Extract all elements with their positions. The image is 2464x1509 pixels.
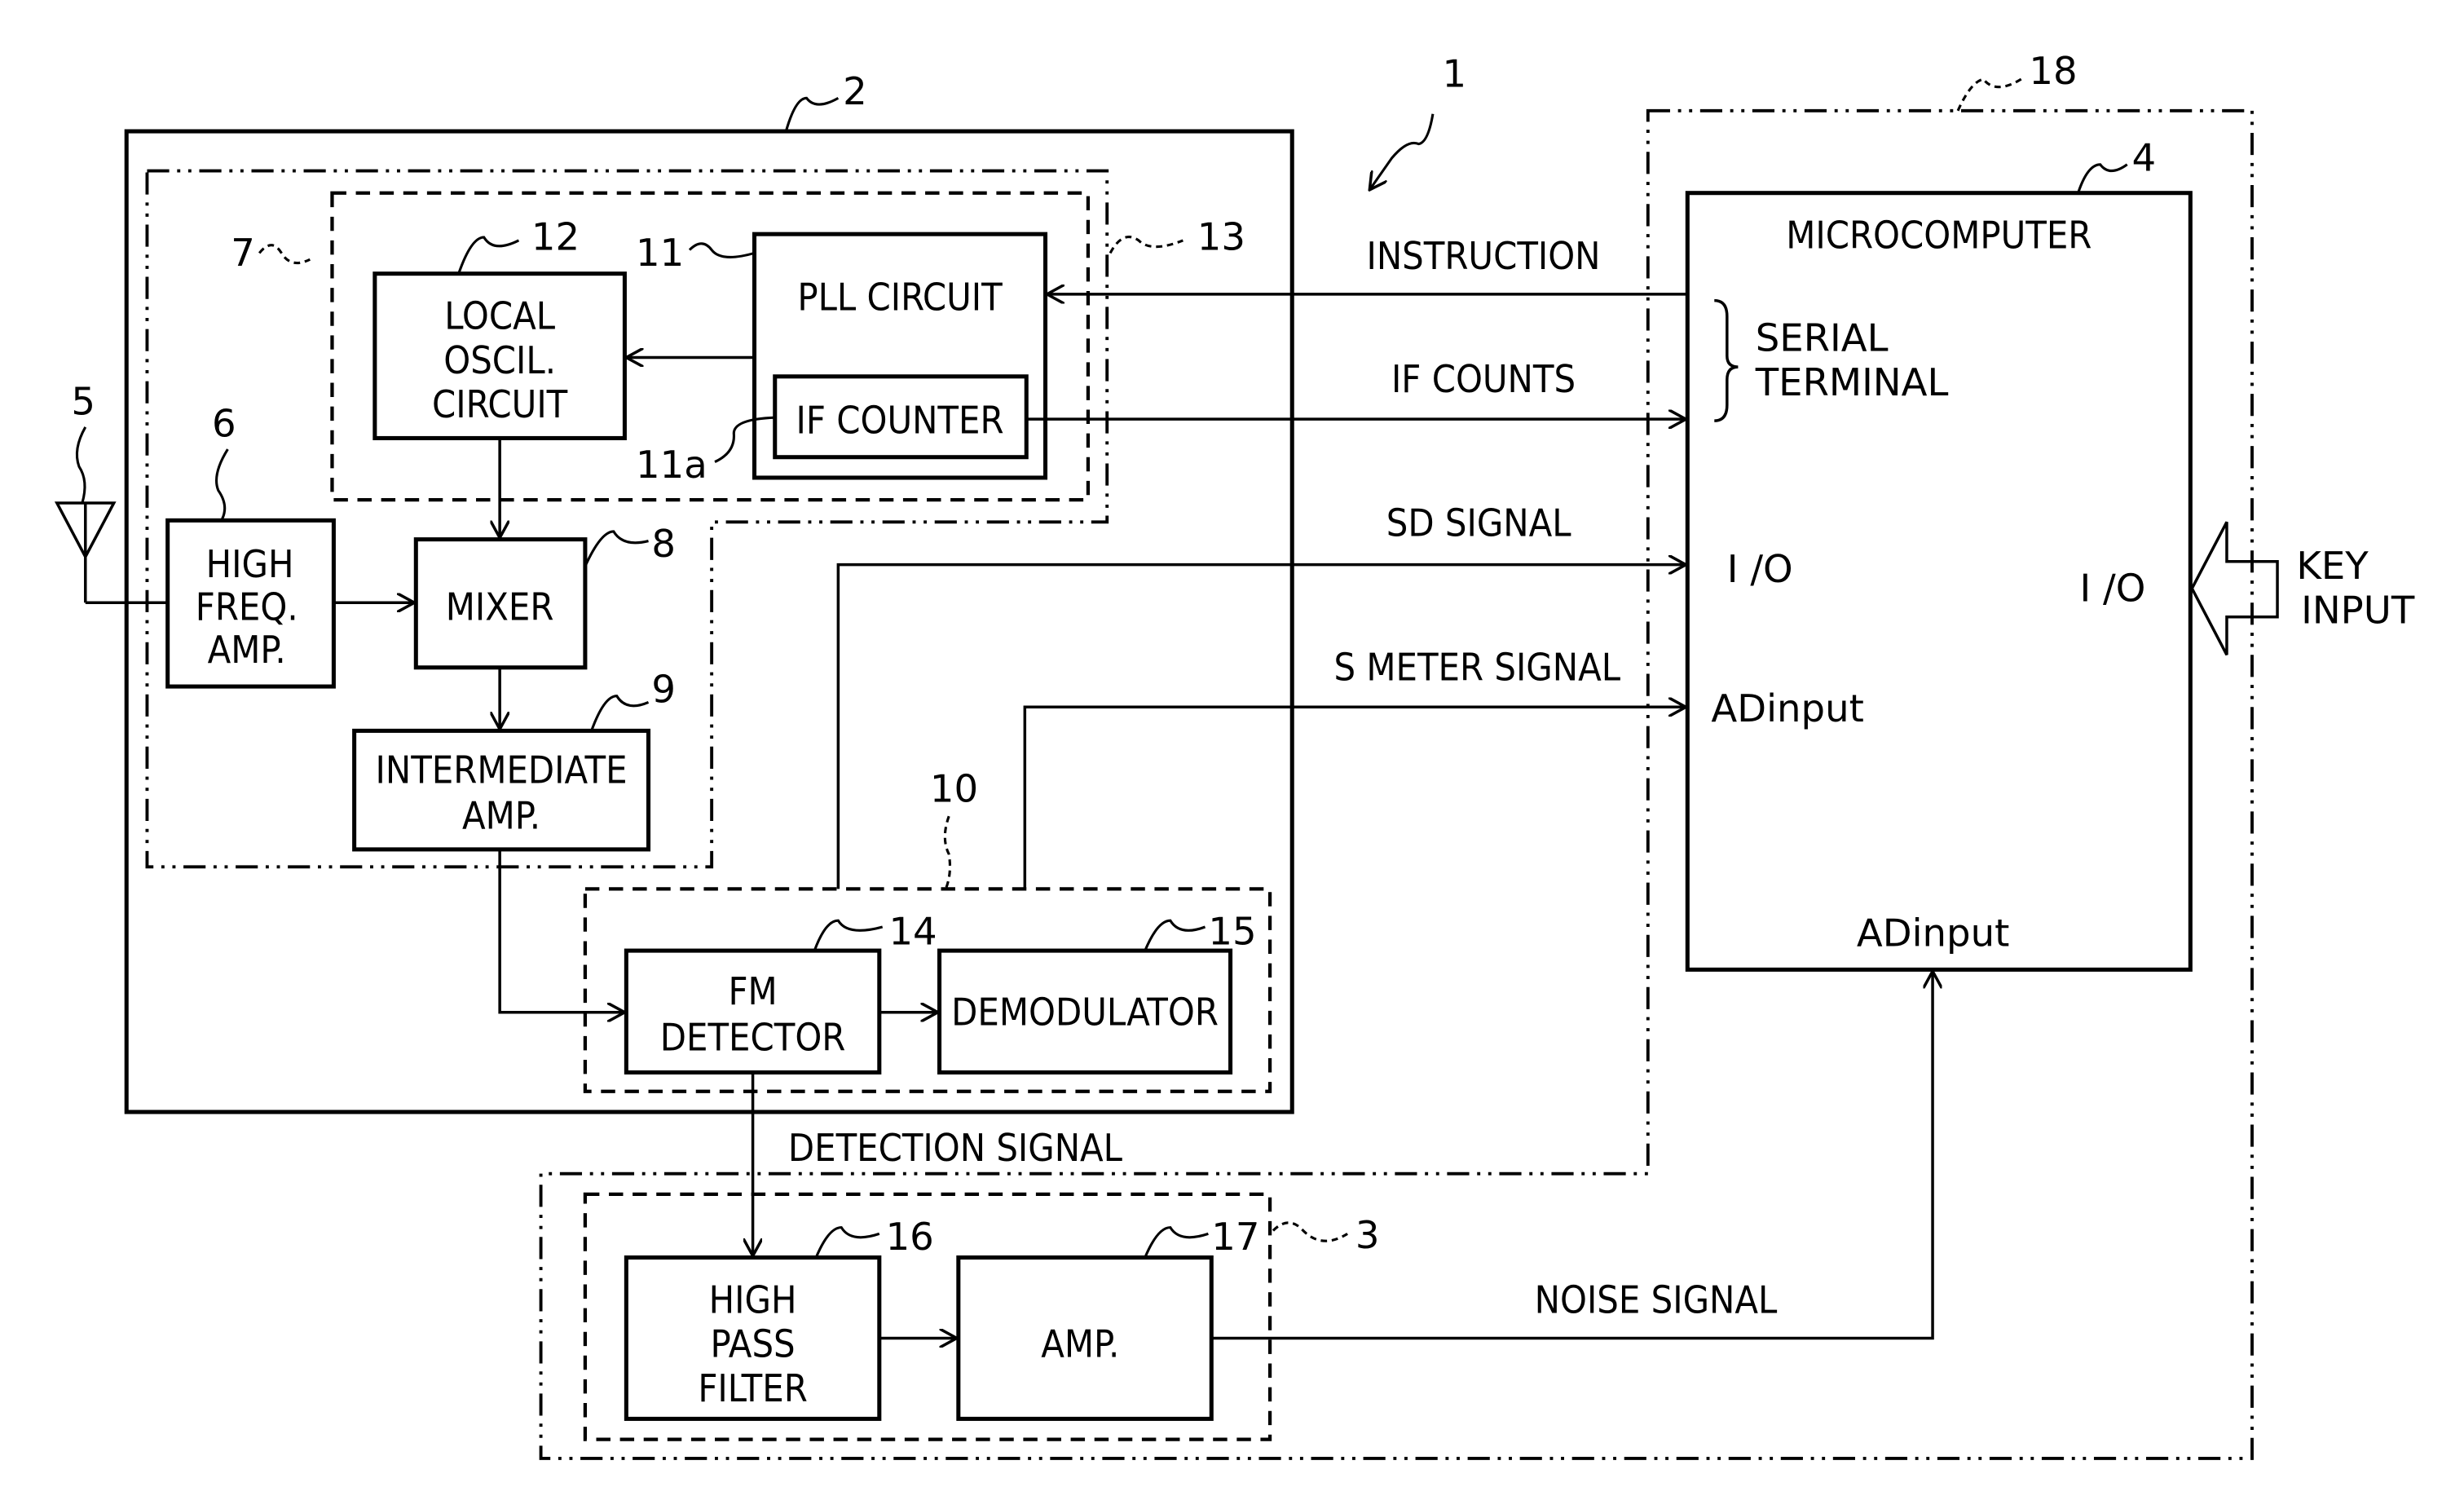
key-input-label: KEY [2296,544,2369,588]
ref-numeral: 17 [1211,1215,1259,1259]
serial-terminal-label: TERMINAL [1755,360,1949,404]
ref-numeral: 12 [531,215,580,259]
ref-numeral: 3 [1355,1213,1380,1257]
detection-signal-label: DETECTION SIGNAL [788,1126,1123,1170]
ref-1: 1 [1369,52,1466,190]
block-label: HIGH [709,1277,797,1321]
if-amp-to-fm-detector-arrow [498,849,624,1013]
io-port-right-label: I /O [2080,566,2146,610]
ref-numeral: 14 [888,909,937,953]
ref-13: 13 [1109,215,1245,259]
block-label: LOCAL [444,294,556,338]
if-counter-block: IF COUNTER [773,374,1029,460]
ref-18: 18 [1956,49,2078,112]
block-label: FM [728,969,777,1013]
mixer-block: MIXER [413,537,588,670]
ref-6: 6 [212,402,236,522]
ref-numeral: 4 [2132,136,2157,180]
adinput-left-label: ADinput [1711,686,1863,730]
block-label: HIGH [206,542,294,586]
ref-2: 2 [784,69,867,132]
key-input-arrow-icon[interactable] [2190,521,2279,656]
ref-numeral: 15 [1208,909,1256,953]
serial-terminal-brace-icon [1714,298,1739,422]
local-oscillator-block: LOCAL OSCIL. CIRCUIT [372,271,627,440]
ref-numeral: 11a [636,443,707,487]
ref-12: 12 [457,215,580,275]
fm-detector-block: FM DETECTOR [624,948,882,1075]
ref-numeral: 6 [212,402,236,446]
if-counts-label: IF COUNTS [1391,357,1576,401]
key-input-label: INPUT [2301,588,2415,632]
ref-numeral: 5 [71,379,95,423]
antenna-icon [54,501,168,604]
serial-terminal-label: SERIAL [1756,316,1889,360]
ref-numeral: 8 [651,522,676,566]
block-label: AMP. [462,794,540,838]
block-diagram: LOCAL OSCIL. CIRCUIT PLL CIRCUIT IF COUN… [54,49,2415,1460]
block-label: IF COUNTER [796,399,1004,443]
microcomputer-block: MICROCOMPUTER SERIAL TERMINAL I /O I /O … [1685,191,2193,972]
block-label: MIXER [446,585,554,629]
high-pass-filter-block: HIGH PASS FILTER [624,1255,882,1421]
block-label: AMP. [1041,1322,1119,1366]
intermediate-amp-block: INTERMEDIATE AMP. [352,728,651,852]
ref-15: 15 [1144,909,1257,953]
block-label: DEMODULATOR [951,990,1219,1034]
sd-signal-line [836,565,1686,889]
s-meter-signal-line [1023,707,1686,889]
amp-block: AMP. [956,1255,1214,1421]
tuner-unit-boundary [124,129,1294,1114]
ref-11: 11 [636,231,755,275]
demodulator-block: DEMODULATOR [937,948,1233,1075]
adinput-bottom-label: ADinput [1857,911,2009,955]
io-port-left-label: I /O [1727,547,1793,591]
ref-4: 4 [2077,136,2157,194]
block-label: DETECTOR [660,1015,846,1059]
ref-numeral: 18 [2029,49,2077,93]
ref-numeral: 7 [231,231,255,275]
ref-numeral: 1 [1443,52,1467,96]
ref-numeral: 11 [636,231,684,275]
high-freq-amp-block: HIGH FREQ. AMP. [165,518,336,689]
ref-8: 8 [584,522,676,567]
block-label: INTERMEDIATE [376,748,628,792]
block-label: MICROCOMPUTER [1786,214,2092,258]
ref-numeral: 13 [1197,215,1245,259]
s-meter-signal-label: S METER SIGNAL [1333,645,1620,689]
block-label: PASS [711,1322,796,1366]
ref-7: 7 [231,231,311,275]
ref-numeral: 10 [930,767,978,811]
ref-numeral: 16 [886,1215,934,1259]
ref-numeral: 9 [651,667,676,711]
ref-5: 5 [71,379,95,504]
block-label: AMP. [208,628,286,672]
sd-signal-label: SD SIGNAL [1386,501,1571,545]
ref-9: 9 [590,667,676,731]
block-label: FILTER [698,1366,807,1410]
noise-signal-label: NOISE SIGNAL [1535,1277,1778,1321]
block-label: OSCIL. [443,338,556,382]
block-label: PLL CIRCUIT [797,275,1003,319]
ref-17: 17 [1144,1215,1260,1259]
instruction-label: INSTRUCTION [1366,234,1600,278]
block-label: FREQ. [196,585,298,629]
ref-14: 14 [813,909,937,953]
block-label: CIRCUIT [432,382,568,426]
ref-numeral: 2 [843,69,867,113]
ref-3: 3 [1272,1213,1380,1257]
ref-16: 16 [814,1215,934,1259]
ref-10: 10 [930,767,978,889]
